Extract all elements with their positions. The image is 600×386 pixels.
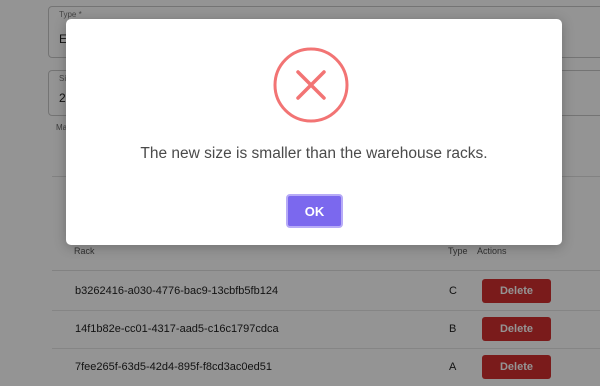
dialog-message: The new size is smaller than the warehou… [140,145,488,162]
error-dialog: The new size is smaller than the warehou… [66,19,562,245]
error-x-circle-icon [273,47,349,123]
ok-button[interactable]: OK [286,194,343,228]
